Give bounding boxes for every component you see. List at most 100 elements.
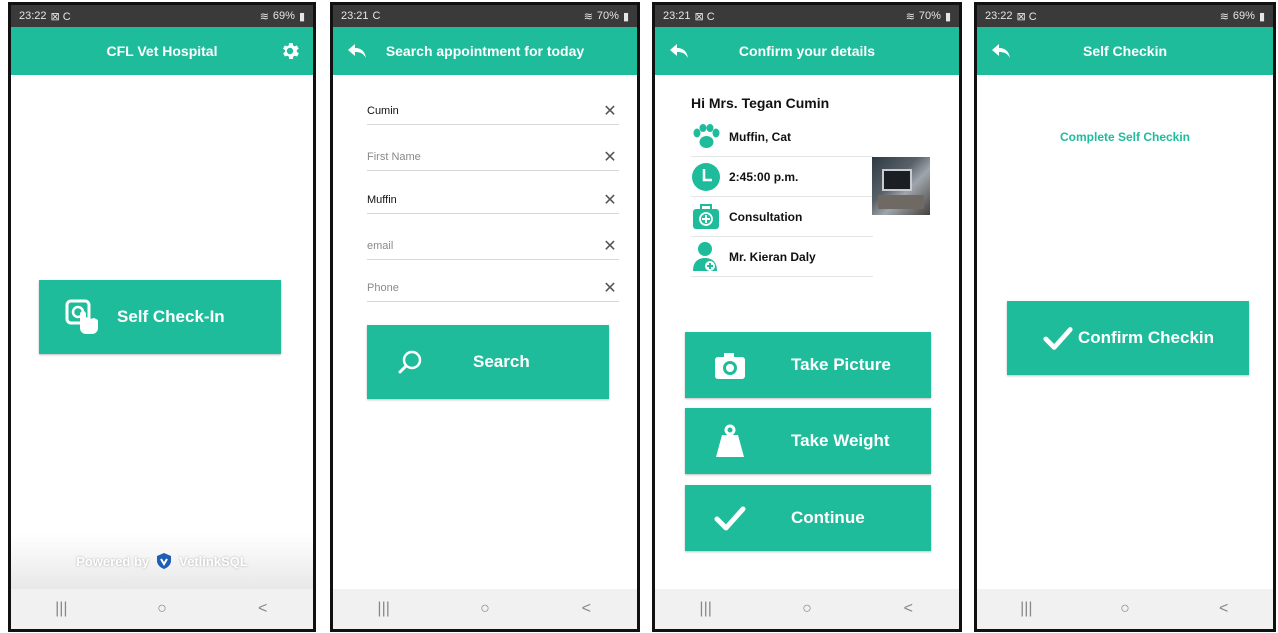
back-button[interactable]: < [243, 600, 283, 618]
recent-apps-button[interactable]: ||| [41, 600, 81, 618]
vetlink-logo-icon [157, 553, 172, 569]
last-name-field[interactable]: Cumin ✕ [367, 97, 619, 125]
appointment-time: 2:45:00 p.m. [729, 169, 799, 184]
status-bar: 23:21 C ≋ 70% ▮ [333, 5, 637, 27]
take-weight-button[interactable]: Take Weight [685, 408, 931, 474]
clock-icon [692, 162, 720, 191]
screen-home: 23:22 ⊠ C ≋ 69% ▮ CFL Vet Hospital Self Che… [8, 2, 316, 632]
status-icons: C [372, 10, 381, 22]
search-icon [398, 350, 422, 374]
battery-icon: ▮ [622, 10, 629, 23]
screen-search: 23:21 C ≋ 70% ▮ Search appointment for toda… [330, 2, 640, 632]
back-button[interactable]: < [888, 600, 928, 618]
battery-icon: ▮ [1258, 10, 1265, 23]
app-bar: CFL Vet Hospital [11, 27, 313, 75]
phone-placeholder: Phone [367, 281, 399, 294]
system-nav-bar: ||| ○ < [655, 589, 959, 629]
confirm-checkin-label: Confirm Checkin [1077, 328, 1215, 347]
clear-icon[interactable]: ✕ [601, 147, 619, 167]
battery-level: 70% [918, 10, 941, 22]
take-weight-label: Take Weight [791, 431, 890, 450]
phone-field[interactable]: Phone ✕ [367, 274, 619, 302]
take-picture-label: Take Picture [791, 355, 891, 374]
status-bar: 23:22 ⊠ C ≋ 69% ▮ [11, 5, 313, 27]
self-check-in-button[interactable]: Self Check-In [39, 280, 281, 354]
app-bar: Self Checkin [977, 27, 1273, 75]
detail-row-pet: Muffin, Cat [691, 117, 873, 157]
back-arrow-icon[interactable] [345, 39, 369, 63]
detail-row-type: Consultation [691, 197, 873, 237]
first-name-field[interactable]: First Name ✕ [367, 143, 619, 171]
clear-icon[interactable]: ✕ [601, 278, 619, 298]
self-check-in-label: Self Check-In [117, 307, 225, 326]
take-picture-button[interactable]: Take Picture [685, 332, 931, 398]
brand-name: VetlinkSQL [179, 553, 248, 569]
wifi-icon: ≋ [259, 10, 269, 23]
app-bar: Search appointment for today [333, 27, 637, 75]
recent-apps-button[interactable]: ||| [1006, 600, 1046, 618]
gear-icon[interactable] [279, 40, 301, 62]
recent-apps-button[interactable]: ||| [686, 600, 726, 618]
pet-photo[interactable] [872, 157, 930, 215]
status-bar: 23:21 ⊠ C ≋ 70% ▮ [655, 5, 959, 27]
camera-icon [715, 353, 745, 379]
wifi-icon: ≋ [583, 10, 593, 23]
home-button[interactable]: ○ [465, 600, 505, 618]
status-icons: ⊠ C [694, 10, 715, 23]
tap-hand-icon [65, 299, 98, 334]
pet-name-value: Muffin [367, 193, 397, 206]
status-time: 23:21 [341, 10, 369, 22]
battery-level: 70% [596, 10, 619, 22]
pet-info: Muffin, Cat [729, 129, 791, 144]
medical-kit-icon [693, 203, 719, 229]
page-title: Self Checkin [1082, 43, 1168, 59]
checkmark-icon [1043, 327, 1073, 350]
continue-button[interactable]: Continue [685, 485, 931, 551]
status-time: 23:22 [19, 10, 47, 22]
status-time: 23:21 [663, 10, 691, 22]
battery-level: 69% [1232, 10, 1255, 22]
recent-apps-button[interactable]: ||| [364, 600, 404, 618]
search-label: Search [473, 352, 530, 371]
pet-name-field[interactable]: Muffin ✕ [367, 186, 619, 214]
back-arrow-icon[interactable] [989, 39, 1013, 63]
battery-level: 69% [272, 10, 295, 22]
status-time: 23:22 [985, 10, 1013, 22]
home-button[interactable]: ○ [142, 600, 182, 618]
status-icons: ⊠ C [50, 10, 71, 23]
confirm-checkin-button[interactable]: Confirm Checkin [1007, 301, 1249, 375]
system-nav-bar: ||| ○ < [977, 589, 1273, 629]
paw-icon [693, 123, 720, 148]
home-button[interactable]: ○ [1105, 600, 1145, 618]
battery-icon: ▮ [298, 10, 305, 23]
app-bar: Confirm your details [655, 27, 959, 75]
detail-row-vet: Mr. Kieran Daly [691, 237, 873, 277]
home-button[interactable]: ○ [787, 600, 827, 618]
complete-self-checkin-text: Complete Self Checkin [1059, 130, 1191, 144]
back-button[interactable]: < [1204, 600, 1244, 618]
battery-icon: ▮ [944, 10, 951, 23]
weight-icon [716, 424, 744, 457]
screen-self-checkin: 23:22 ⊠ C ≋ 69% ▮ Self Checkin Complete Sel… [974, 2, 1276, 632]
system-nav-bar: ||| ○ < [11, 589, 313, 629]
vet-name: Mr. Kieran Daly [729, 249, 816, 264]
clear-icon[interactable]: ✕ [601, 236, 619, 256]
doctor-icon [693, 241, 717, 271]
clear-icon[interactable]: ✕ [601, 101, 619, 121]
back-button[interactable]: < [566, 600, 606, 618]
greeting: Hi Mrs. Tegan Cumin [691, 95, 830, 111]
status-bar: 23:22 ⊠ C ≋ 69% ▮ [977, 5, 1273, 27]
page-title: Confirm your details [738, 43, 876, 59]
clear-icon[interactable]: ✕ [601, 190, 619, 210]
system-nav-bar: ||| ○ < [333, 589, 637, 629]
screen-confirm-details: 23:21 ⊠ C ≋ 70% ▮ Confirm your details Hi M… [652, 2, 962, 632]
search-button[interactable]: Search [367, 325, 609, 399]
back-arrow-icon[interactable] [667, 39, 691, 63]
powered-by-text: Powered by [76, 553, 150, 569]
wifi-icon: ≋ [905, 10, 915, 23]
wifi-icon: ≋ [1219, 10, 1229, 23]
email-field[interactable]: email ✕ [367, 232, 619, 260]
page-title: CFL Vet Hospital [106, 43, 218, 59]
checkmark-icon [714, 506, 746, 531]
email-placeholder: email [367, 239, 394, 252]
